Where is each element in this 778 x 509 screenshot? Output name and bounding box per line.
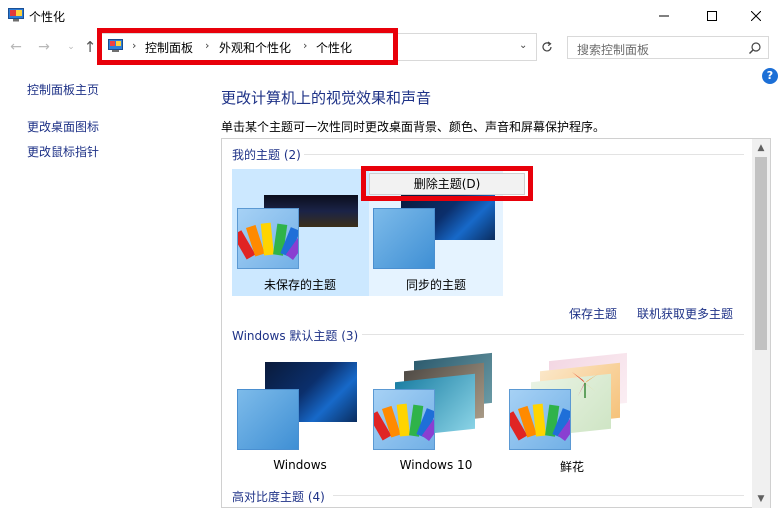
group-divider — [333, 495, 744, 496]
group-default-themes-count: (3) — [341, 329, 359, 343]
theme-windows-10-color-tile — [368, 389, 444, 450]
sidebar-item-control-panel-home[interactable]: 控制面板主页 — [27, 81, 99, 98]
group-divider — [304, 154, 744, 155]
scroll-thumb[interactable] — [755, 157, 767, 350]
flower-icon — [572, 372, 598, 398]
context-menu-highlight-box — [361, 166, 533, 201]
sidebar-item-change-desktop-icons[interactable]: 更改桌面图标 — [27, 118, 99, 135]
theme-unsaved-color-tile — [232, 208, 308, 269]
group-my-themes-count: (2) — [283, 148, 301, 162]
color-palette-icon — [232, 222, 308, 260]
up-level-icon[interactable]: ↑ — [82, 39, 98, 55]
forward-icon[interactable]: → — [36, 39, 52, 55]
group-divider — [362, 334, 744, 335]
theme-synced-label: 同步的主题 — [405, 278, 466, 292]
search-icon[interactable] — [748, 41, 762, 55]
theme-windows-10-label: Windows 10 — [399, 458, 473, 472]
theme-synced-color-tile — [373, 208, 435, 269]
close-icon — [751, 10, 761, 21]
group-default-themes-label: Windows 默认主题 — [232, 329, 338, 343]
window-title: 个性化 — [29, 10, 66, 24]
minimize-button[interactable] — [641, 0, 687, 31]
save-theme-link[interactable]: 保存主题 — [569, 305, 617, 322]
close-button[interactable] — [733, 0, 778, 31]
page-title: 更改计算机上的视觉效果和声音 — [221, 89, 432, 107]
color-palette-icon — [368, 403, 444, 441]
theme-windows-label: Windows — [273, 458, 327, 472]
group-high-contrast-label: 高对比度主题 — [232, 490, 305, 504]
get-more-themes-link[interactable]: 联机获取更多主题 — [637, 305, 733, 322]
title-bar: 个性化 — [0, 0, 778, 31]
maximize-icon — [707, 10, 717, 21]
refresh-button[interactable] — [536, 36, 556, 58]
maximize-button[interactable] — [689, 0, 735, 31]
color-palette-icon — [504, 403, 580, 441]
personalization-icon — [8, 8, 24, 22]
help-icon[interactable]: ? — [762, 68, 778, 84]
scroll-down-icon[interactable]: ▼ — [752, 491, 770, 507]
address-highlight-box — [97, 28, 398, 65]
search-placeholder: 搜索控制面板 — [577, 43, 650, 57]
theme-flowers-label: 鲜花 — [559, 460, 584, 474]
sidebar-item-change-mouse-pointers[interactable]: 更改鼠标指针 — [27, 143, 99, 160]
group-my-themes-label: 我的主题 — [232, 148, 281, 162]
theme-windows-color-tile — [237, 389, 299, 450]
scroll-up-icon[interactable]: ▲ — [752, 140, 770, 156]
back-icon[interactable]: ← — [8, 39, 24, 55]
page-description: 单击某个主题可一次性同时更改桌面背景、颜色、声音和屏幕保护程序。 — [221, 120, 606, 134]
group-high-contrast-title: 高对比度主题 (4) — [232, 488, 325, 505]
refresh-icon — [541, 41, 552, 52]
group-my-themes-title: 我的主题 (2) — [232, 146, 301, 163]
group-default-themes-title: Windows 默认主题 (3) — [232, 327, 358, 344]
recent-locations-icon[interactable]: ⌄ — [63, 39, 79, 55]
address-dropdown-icon[interactable]: ⌄ — [519, 40, 527, 51]
theme-unsaved-label: 未保存的主题 — [263, 278, 336, 292]
group-high-contrast-count: (4) — [307, 490, 325, 504]
search-input[interactable]: 搜索控制面板 — [567, 36, 769, 59]
theme-flowers-color-tile — [504, 389, 580, 450]
minimize-icon — [659, 15, 669, 16]
